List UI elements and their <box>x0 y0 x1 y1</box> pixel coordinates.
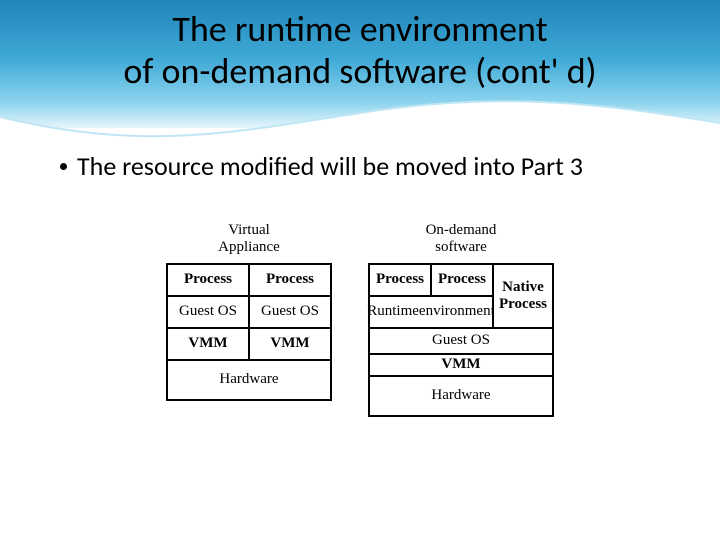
vmm-cell: VMM <box>167 328 249 360</box>
table-row: Hardware <box>167 360 331 400</box>
bullet-text: The resource modified will be moved into… <box>77 150 660 182</box>
runtime-line1: Runtime <box>367 303 419 320</box>
runtime-env-cell: Runtime environment <box>369 296 493 328</box>
process-cell: Process <box>167 264 249 296</box>
table-row: Guest OS <box>369 328 553 354</box>
wave-decoration <box>0 95 720 145</box>
process-cell: Process <box>431 264 493 296</box>
table-row: Process Process Runtime environment Nati… <box>369 264 553 328</box>
bullet-dot-icon <box>60 163 67 170</box>
native-line2: Process <box>499 296 547 312</box>
title-line-2: of on-demand software (cont' d) <box>0 50 720 92</box>
right-title-line2: software <box>435 239 487 255</box>
vmm-cell: VMM <box>249 328 331 360</box>
left-grid: Process Process Guest OS Guest OS VMM VM… <box>166 263 332 401</box>
guest-os-cell: Guest OS <box>249 296 331 328</box>
virtual-appliance-panel: Virtual Appliance Process Process Guest … <box>166 222 332 417</box>
runtime-line2: environment <box>419 303 495 320</box>
slide-title: The runtime environment of on-demand sof… <box>0 8 720 93</box>
guest-os-cell: Guest OS <box>369 328 553 354</box>
native-line1: Native <box>502 279 544 295</box>
bullet-item: The resource modified will be moved into… <box>60 150 660 182</box>
vmm-cell: VMM <box>369 354 553 376</box>
content-area: The resource modified will be moved into… <box>60 150 660 198</box>
native-process-cell: Native Process <box>493 264 553 328</box>
title-line-1: The runtime environment <box>0 8 720 50</box>
hardware-cell: Hardware <box>369 376 553 416</box>
left-panel-title: Virtual Appliance <box>218 222 280 257</box>
guest-os-cell: Guest OS <box>167 296 249 328</box>
comparison-figure: Virtual Appliance Process Process Guest … <box>0 222 720 417</box>
right-panel-title: On-demand software <box>426 222 497 257</box>
left-title-line2: Appliance <box>218 239 280 255</box>
right-grid: Process Process Runtime environment Nati… <box>368 263 554 417</box>
process-cell: Process <box>249 264 331 296</box>
table-row: VMM <box>369 354 553 376</box>
table-row: Process Process <box>167 264 331 296</box>
slide: The runtime environment of on-demand sof… <box>0 0 720 540</box>
process-cell: Process <box>369 264 431 296</box>
table-row: VMM VMM <box>167 328 331 360</box>
left-title-line1: Virtual <box>228 222 270 238</box>
on-demand-panel: On-demand software Process Process Runti… <box>368 222 554 417</box>
right-title-line1: On-demand <box>426 222 497 238</box>
table-row: Guest OS Guest OS <box>167 296 331 328</box>
table-row: Hardware <box>369 376 553 416</box>
bullet-list: The resource modified will be moved into… <box>60 150 660 182</box>
hardware-cell: Hardware <box>167 360 331 400</box>
